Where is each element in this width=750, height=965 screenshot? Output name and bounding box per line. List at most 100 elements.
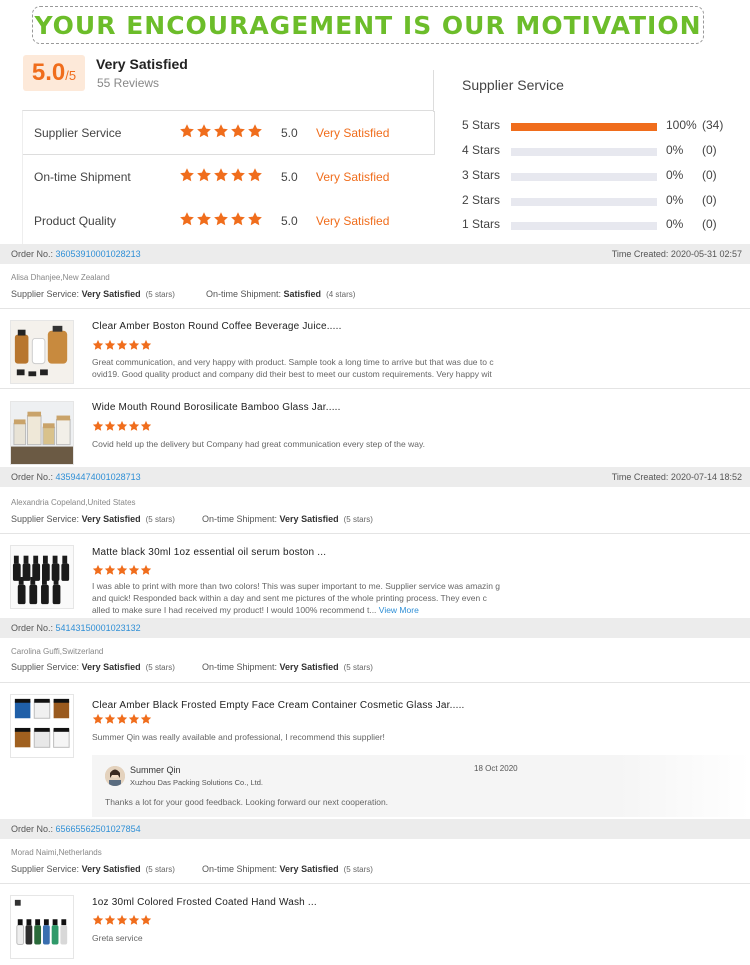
review-count: 55 Reviews: [97, 76, 160, 90]
star-icon: [214, 168, 228, 182]
star-icon: [231, 124, 245, 138]
service-value: Very Satisfied: [81, 514, 141, 524]
distribution-label: 4 Stars: [462, 143, 501, 157]
service-stars: (5 stars): [145, 515, 175, 524]
star-icon: [128, 339, 140, 350]
product-title-link[interactable]: Clear Amber Black Frosted Empty Face Cre…: [92, 700, 465, 711]
star-icon: [116, 564, 128, 575]
distribution-bar: [511, 148, 657, 156]
distribution-count: (0): [702, 168, 717, 182]
distribution-row-2: 2 Stars 0% (0): [462, 193, 732, 209]
distribution-title: Supplier Service: [462, 77, 564, 93]
product-thumbnail[interactable]: [10, 895, 74, 959]
product-thumbnail[interactable]: [10, 320, 74, 384]
order-time: Time Created: 2020-07-14 18:52: [611, 472, 742, 482]
metrics-panel: Supplier Service 5.0 Very Satisfied On-t…: [22, 110, 435, 246]
divider: [0, 308, 750, 309]
star-icon: [197, 124, 211, 138]
star-icon: [104, 914, 116, 925]
shipment-label: On-time Shipment:: [206, 289, 282, 299]
metric-supplier-service: Supplier Service 5.0 Very Satisfied: [23, 111, 435, 155]
review-text-body: I was able to print with more than two c…: [92, 581, 501, 615]
product-title-link[interactable]: Wide Mouth Round Borosilicate Bamboo Gla…: [92, 402, 341, 413]
order-label: Order No.:: [11, 472, 54, 482]
divider: [0, 533, 750, 534]
distribution-count: (0): [702, 143, 717, 157]
order-label: Order No.:: [11, 824, 54, 834]
star-icon: [231, 168, 245, 182]
order-number-link[interactable]: 54143150001023132: [56, 623, 141, 633]
distribution-bar: [511, 198, 657, 206]
avatar: [105, 766, 125, 786]
star-icon: [128, 420, 140, 431]
divider: [433, 70, 434, 112]
distribution-row-5: 5 Stars 100% (34): [462, 118, 732, 134]
reviewer-ratings: Supplier Service: Very Satisfied (5 star…: [11, 662, 373, 672]
distribution-count: (0): [702, 217, 717, 231]
cream-jars-image: [11, 695, 73, 757]
service-value: Very Satisfied: [81, 289, 141, 299]
distribution-percent: 0%: [666, 143, 684, 157]
shipment-stars: (4 stars): [326, 290, 356, 299]
metric-label: Very Satisfied: [316, 170, 390, 184]
shipment-value: Very Satisfied: [279, 514, 339, 524]
order-header: Order No.: 36053910001028213 Time Create…: [0, 244, 750, 264]
metric-value: 5.0: [281, 125, 298, 140]
distribution-row-1: 1 Stars 0% (0): [462, 217, 732, 233]
shipment-stars: (5 stars): [343, 663, 373, 672]
product-title-link[interactable]: 1oz 30ml Colored Frosted Coated Hand Was…: [92, 897, 317, 908]
star-icon: [197, 212, 211, 226]
star-icon: [180, 212, 194, 226]
star-icon: [128, 914, 140, 925]
star-icon: [214, 212, 228, 226]
service-value: Very Satisfied: [81, 864, 141, 874]
shipment-stars: (5 stars): [343, 865, 373, 874]
product-title-link[interactable]: Clear Amber Boston Round Coffee Beverage…: [92, 321, 342, 332]
product-title-link[interactable]: Matte black 30ml 1oz essential oil serum…: [92, 547, 326, 558]
reviewer-ratings: Supplier Service: Very Satisfied (5 star…: [11, 514, 373, 524]
metric-name: On-time Shipment: [34, 170, 131, 184]
distribution-count: (34): [702, 118, 724, 132]
star-icon: [104, 713, 116, 724]
product-stars: [92, 564, 152, 576]
order-header: Order No.: 43594474001028713 Time Create…: [0, 467, 750, 487]
distribution-percent: 0%: [666, 168, 684, 182]
order-header: Order No.: 65665562501027854: [0, 819, 750, 839]
review-text: Summer Qin was really available and prof…: [92, 732, 385, 742]
order-header: Order No.: 54143150001023132: [0, 618, 750, 638]
distribution-label: 2 Stars: [462, 193, 501, 207]
order-number-link[interactable]: 36053910001028213: [56, 249, 141, 259]
distribution-bar: [511, 173, 657, 181]
service-value: Very Satisfied: [81, 662, 141, 672]
star-icon: [140, 914, 152, 925]
service-stars: (5 stars): [145, 865, 175, 874]
shipment-value: Satisfied: [283, 289, 322, 299]
order-number-link[interactable]: 65665562501027854: [56, 824, 141, 834]
review-text: Great communication, and very happy with…: [92, 357, 494, 379]
metric-name: Supplier Service: [34, 125, 122, 140]
reviewer-name: Alisa Dhanjee,New Zealand: [11, 273, 110, 282]
reviewer-name: Morad Naimi,Netherlands: [11, 848, 102, 857]
product-thumbnail[interactable]: [10, 694, 74, 758]
star-icon: [180, 168, 194, 182]
star-icon: [92, 914, 104, 925]
metric-stars: [179, 167, 263, 183]
product-thumbnail[interactable]: [10, 545, 74, 609]
shipment-value: Very Satisfied: [279, 662, 339, 672]
distribution-percent: 0%: [666, 193, 684, 207]
reviewer-name: Carolina Guffi,Switzerland: [11, 647, 104, 656]
star-icon: [128, 564, 140, 575]
order-number-link[interactable]: 43594474001028713: [56, 472, 141, 482]
reply-company: Xuzhou Das Packing Solutions Co., Ltd.: [130, 778, 263, 787]
metric-stars: [179, 211, 263, 227]
distribution-count: (0): [702, 193, 717, 207]
overall-score: 5.0: [31, 59, 66, 86]
view-more-link[interactable]: View More: [379, 605, 419, 615]
reply-author: Summer Qin: [130, 765, 181, 775]
product-stars: [92, 420, 152, 432]
metric-product-quality: Product Quality 5.0 Very Satisfied: [23, 199, 435, 243]
product-thumbnail[interactable]: [10, 401, 74, 465]
reply-date: 18 Oct 2020: [474, 764, 518, 773]
shipment-value: Very Satisfied: [279, 864, 339, 874]
star-icon: [248, 168, 262, 182]
